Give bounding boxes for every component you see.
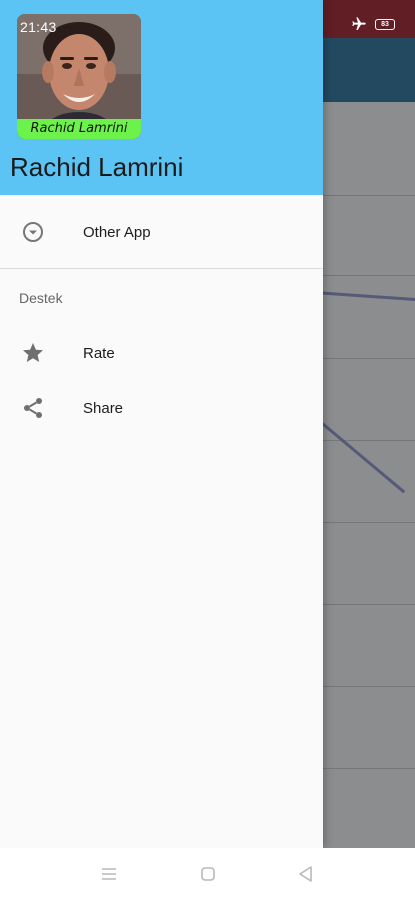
status-indicators: 83 <box>351 16 395 32</box>
battery-icon: 83 <box>375 18 395 30</box>
status-time: 21:43 <box>20 19 57 35</box>
drawer-header: Rachid Lamrini 21:43 Rachid Lamrini <box>0 0 323 195</box>
star-icon <box>21 341 45 365</box>
menu-icon[interactable] <box>99 864 119 884</box>
drawer-title: Rachid Lamrini <box>10 152 184 182</box>
menu-item-label: Other App <box>83 223 151 241</box>
avatar-caption: Rachid Lamrini <box>17 119 141 139</box>
chevron-down-circle-icon <box>21 220 45 244</box>
home-icon[interactable] <box>198 864 218 884</box>
menu-item-label: Share <box>83 399 124 417</box>
share-icon <box>21 396 45 420</box>
back-icon[interactable] <box>296 864 316 884</box>
section-title: Destek <box>19 290 63 306</box>
menu-item-other-app[interactable]: Other App <box>0 204 323 260</box>
menu-divider <box>0 268 323 269</box>
airplane-mode-icon <box>351 16 367 32</box>
menu-item-share[interactable]: Share <box>0 380 323 436</box>
menu-item-label: Rate <box>83 344 115 362</box>
system-navigation-bar <box>0 848 415 900</box>
navigation-drawer: Rachid Lamrini 21:43 Rachid Lamrini Othe… <box>0 0 323 848</box>
menu-item-rate[interactable]: Rate <box>0 325 323 381</box>
